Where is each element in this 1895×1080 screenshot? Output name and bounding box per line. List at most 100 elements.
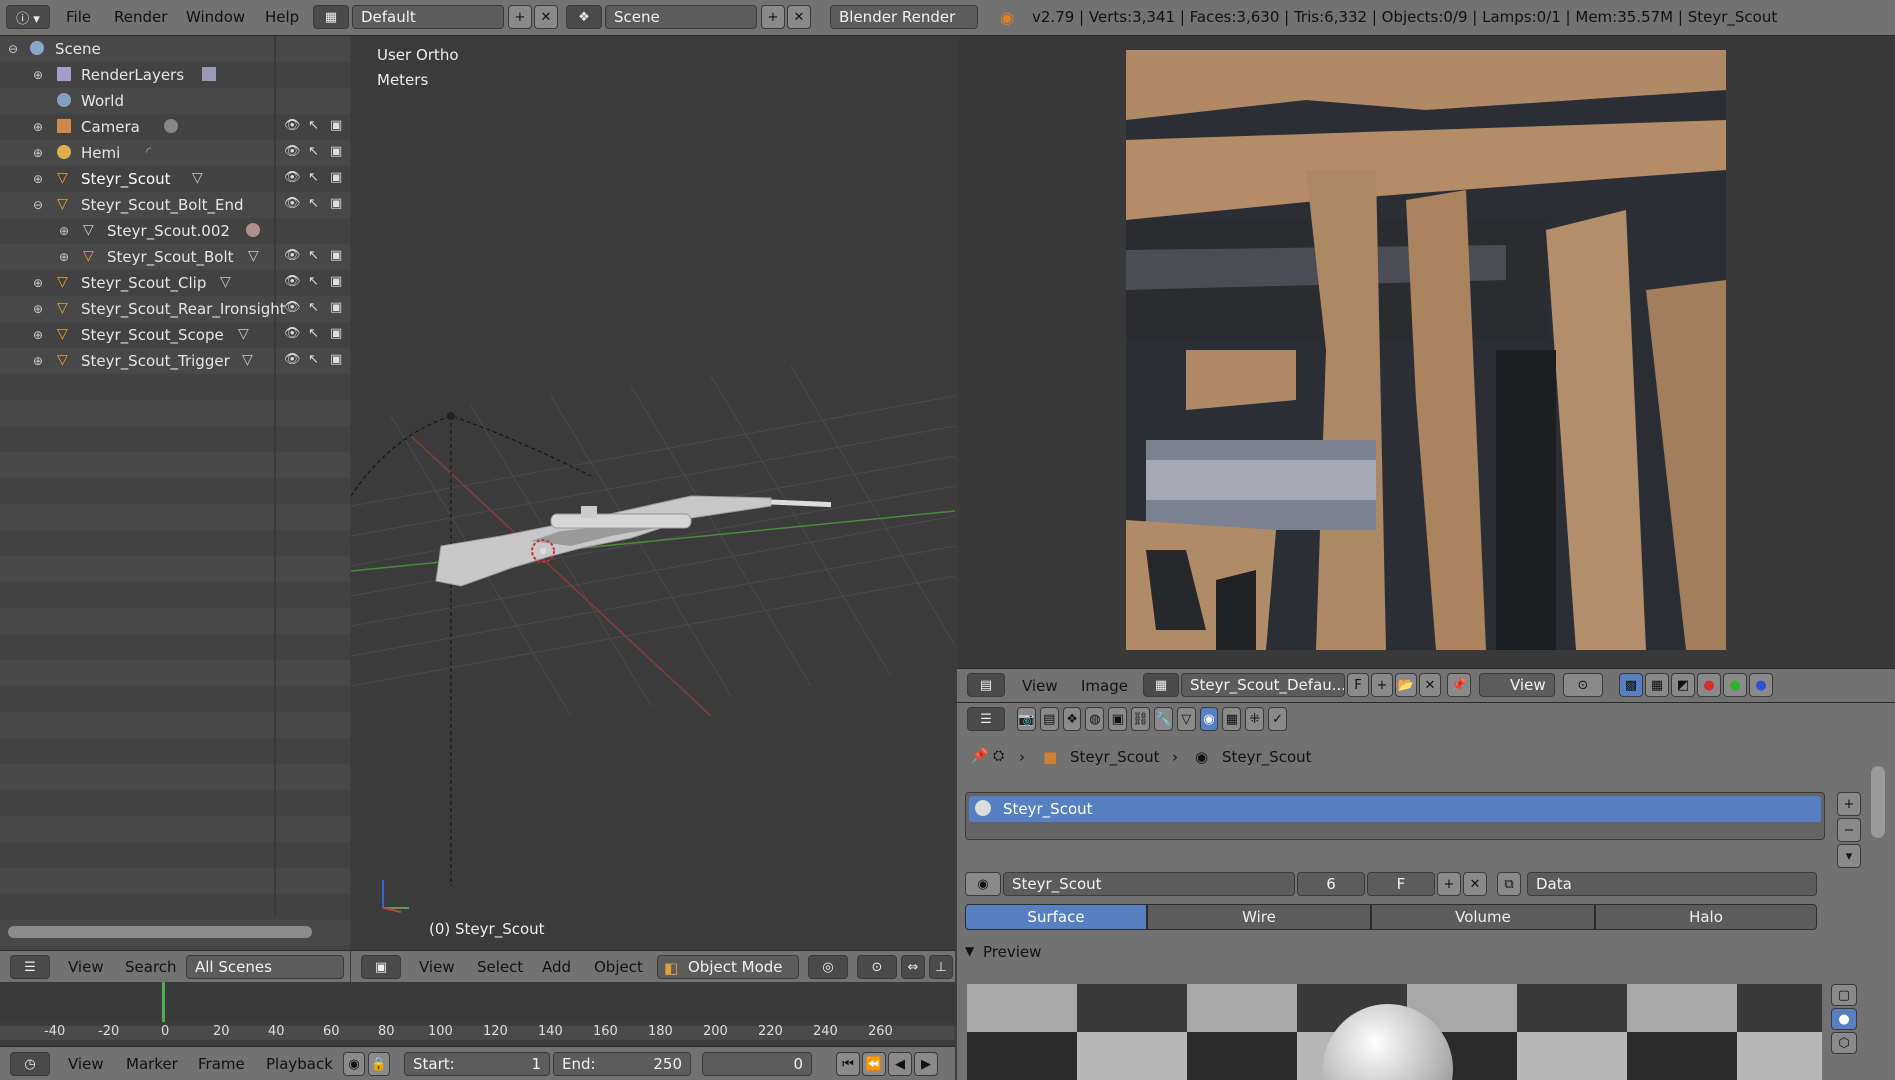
eye-icon[interactable]: 👁 bbox=[284, 118, 301, 133]
scene-tab-icon[interactable]: ❖ bbox=[1062, 707, 1082, 731]
add-layout-button[interactable]: + bbox=[508, 5, 532, 29]
tab-halo[interactable]: Halo bbox=[1595, 904, 1817, 930]
cursor-icon[interactable]: ↖ bbox=[308, 144, 319, 159]
render-toggle-icon[interactable]: ▣ bbox=[330, 248, 342, 263]
delete-scene-button[interactable]: ✕ bbox=[787, 5, 811, 29]
unlink-image-button[interactable]: ✕ bbox=[1419, 673, 1441, 697]
info-editor-icon[interactable]: ⓘ ▾ bbox=[6, 5, 50, 29]
timeline-frame-menu[interactable]: Frame bbox=[198, 1055, 245, 1073]
image-editor[interactable] bbox=[957, 36, 1895, 668]
editor-type-icon[interactable]: ☰ bbox=[10, 955, 50, 979]
material-users-field[interactable]: 6 bbox=[1297, 872, 1365, 896]
outliner-item-scene[interactable]: ⊖ Scene bbox=[0, 36, 350, 62]
tab-volume[interactable]: Volume bbox=[1371, 904, 1595, 930]
timeline-playback-menu[interactable]: Playback bbox=[266, 1055, 333, 1073]
data-tab-icon[interactable]: ▽ bbox=[1176, 707, 1196, 731]
modifiers-tab-icon[interactable]: 🔧 bbox=[1153, 707, 1173, 731]
editor-type-icon[interactable]: ▤ bbox=[967, 673, 1005, 697]
record-icon[interactable]: ◉ bbox=[343, 1052, 365, 1076]
lock-icon[interactable]: 🔒 bbox=[368, 1052, 390, 1076]
cursor-icon[interactable]: ↖ bbox=[308, 274, 319, 289]
z-buffer-icon[interactable]: ◩ bbox=[1671, 673, 1695, 697]
eye-icon[interactable]: 👁 bbox=[284, 274, 301, 289]
slot-specials-icon[interactable]: ▾ bbox=[1837, 844, 1861, 868]
object-tab-icon[interactable]: ▣ bbox=[1108, 707, 1128, 731]
cursor-icon[interactable]: ↖ bbox=[308, 352, 319, 367]
image-mode-select[interactable]: View bbox=[1479, 673, 1555, 697]
breadcrumb-object[interactable]: Steyr_Scout bbox=[1070, 748, 1160, 766]
start-frame-field[interactable]: Start: 1 bbox=[404, 1052, 550, 1076]
preview-cube-icon[interactable]: ⬡ bbox=[1831, 1032, 1857, 1054]
pivot-icon[interactable]: ⊙ bbox=[1563, 673, 1603, 697]
draw-channels-icon[interactable]: ▩ bbox=[1619, 673, 1643, 697]
viewport-add-menu[interactable]: Add bbox=[542, 958, 571, 976]
editor-type-icon[interactable]: ◷ bbox=[10, 1052, 50, 1076]
mode-select[interactable]: Object Mode bbox=[657, 955, 799, 979]
tab-wire[interactable]: Wire bbox=[1147, 904, 1371, 930]
browse-image-icon[interactable]: ▦ bbox=[1143, 673, 1179, 697]
outliner-item-scope[interactable]: ⊕ ▽ Steyr_Scout_Scope ▽ 👁 ↖ ▣ bbox=[0, 322, 350, 348]
viewport-select-menu[interactable]: Select bbox=[477, 958, 523, 976]
render-toggle-icon[interactable]: ▣ bbox=[330, 196, 342, 211]
menu-help[interactable]: Help bbox=[265, 8, 299, 26]
preview-flat-icon[interactable]: ▢ bbox=[1831, 984, 1857, 1006]
play-reverse-icon[interactable]: ◀ bbox=[888, 1052, 912, 1076]
outliner-view-menu[interactable]: View bbox=[68, 958, 104, 976]
fake-user-button[interactable]: F bbox=[1347, 673, 1369, 697]
render-engine-select[interactable]: Blender Render bbox=[830, 5, 978, 29]
viewport-view-menu[interactable]: View bbox=[419, 958, 455, 976]
current-frame-marker[interactable] bbox=[162, 982, 165, 1022]
viewport-object-menu[interactable]: Object bbox=[594, 958, 643, 976]
3d-viewport[interactable]: User Ortho Meters (0) Steyr_Scout bbox=[351, 36, 955, 950]
render-toggle-icon[interactable]: ▣ bbox=[330, 300, 342, 315]
transform-icon[interactable]: ⊥ bbox=[929, 955, 953, 979]
editor-type-icon[interactable]: ▣ bbox=[361, 955, 401, 979]
layout-icon[interactable]: ▦ bbox=[313, 5, 349, 29]
fake-user-button[interactable]: F bbox=[1367, 872, 1435, 896]
outliner-search-menu[interactable]: Search bbox=[125, 958, 177, 976]
play-icon[interactable]: ▶ bbox=[914, 1052, 938, 1076]
timeline-marker-menu[interactable]: Marker bbox=[126, 1055, 178, 1073]
menu-render[interactable]: Render bbox=[114, 8, 167, 26]
texture-tab-icon[interactable]: ▦ bbox=[1222, 707, 1242, 731]
constraints-tab-icon[interactable]: ⛓ bbox=[1131, 707, 1150, 731]
eye-icon[interactable]: 👁 bbox=[284, 326, 301, 341]
current-frame-field[interactable]: 0 bbox=[702, 1052, 812, 1076]
green-channel-icon[interactable]: ● bbox=[1723, 673, 1747, 697]
image-image-menu[interactable]: Image bbox=[1081, 677, 1128, 695]
tab-surface[interactable]: Surface bbox=[965, 904, 1147, 930]
open-image-icon[interactable]: 📂 bbox=[1395, 673, 1417, 697]
browse-material-icon[interactable]: ◉ bbox=[965, 872, 1001, 896]
alpha-channel-icon[interactable]: ▦ bbox=[1645, 673, 1669, 697]
outliner-item-trigger[interactable]: ⊕ ▽ Steyr_Scout_Trigger ▽ 👁 ↖ ▣ bbox=[0, 348, 350, 374]
outliner-scrollbar[interactable] bbox=[8, 926, 312, 938]
end-frame-field[interactable]: End: 250 bbox=[553, 1052, 691, 1076]
render-toggle-icon[interactable]: ▣ bbox=[330, 274, 342, 289]
outliner-item-renderlayers[interactable]: ⊕ RenderLayers bbox=[0, 62, 350, 88]
image-name-field[interactable]: Steyr_Scout_Defau... bbox=[1181, 673, 1345, 697]
outliner-item-bolt[interactable]: ⊕ ▽ Steyr_Scout_Bolt ▽ 👁 ↖ ▣ bbox=[0, 244, 350, 270]
properties-scrollbar[interactable] bbox=[1871, 766, 1885, 838]
new-material-button[interactable]: + bbox=[1437, 872, 1461, 896]
blue-channel-icon[interactable]: ● bbox=[1749, 673, 1773, 697]
image-view-menu[interactable]: View bbox=[1022, 677, 1058, 695]
layout-field[interactable]: Default bbox=[352, 5, 504, 29]
outliner-item-world[interactable]: World bbox=[0, 88, 350, 114]
pin-icon[interactable]: 📌 bbox=[1447, 673, 1471, 697]
outliner-item-camera[interactable]: ⊕ Camera 👁 ↖ ▣ bbox=[0, 114, 350, 140]
eye-icon[interactable]: 👁 bbox=[284, 352, 301, 367]
editor-type-icon[interactable]: ☰ bbox=[967, 707, 1005, 731]
render-toggle-icon[interactable]: ▣ bbox=[330, 326, 342, 341]
outliner-item-hemi[interactable]: ⊕ Hemi ◜ 👁 ↖ ▣ bbox=[0, 140, 350, 166]
render-tab-icon[interactable]: 📷 bbox=[1017, 707, 1036, 731]
menu-file[interactable]: File bbox=[66, 8, 91, 26]
outliner-item-clip[interactable]: ⊕ ▽ Steyr_Scout_Clip ▽ 👁 ↖ ▣ bbox=[0, 270, 350, 296]
render-toggle-icon[interactable]: ▣ bbox=[330, 170, 342, 185]
cursor-icon[interactable]: ↖ bbox=[308, 170, 319, 185]
cursor-icon[interactable]: ↖ bbox=[308, 196, 319, 211]
pin-icon[interactable]: 📌 bbox=[971, 748, 988, 764]
render-toggle-icon[interactable]: ▣ bbox=[330, 118, 342, 133]
eye-icon[interactable]: 👁 bbox=[284, 248, 301, 263]
remove-slot-button[interactable]: − bbox=[1837, 818, 1861, 842]
red-channel-icon[interactable]: ● bbox=[1697, 673, 1721, 697]
